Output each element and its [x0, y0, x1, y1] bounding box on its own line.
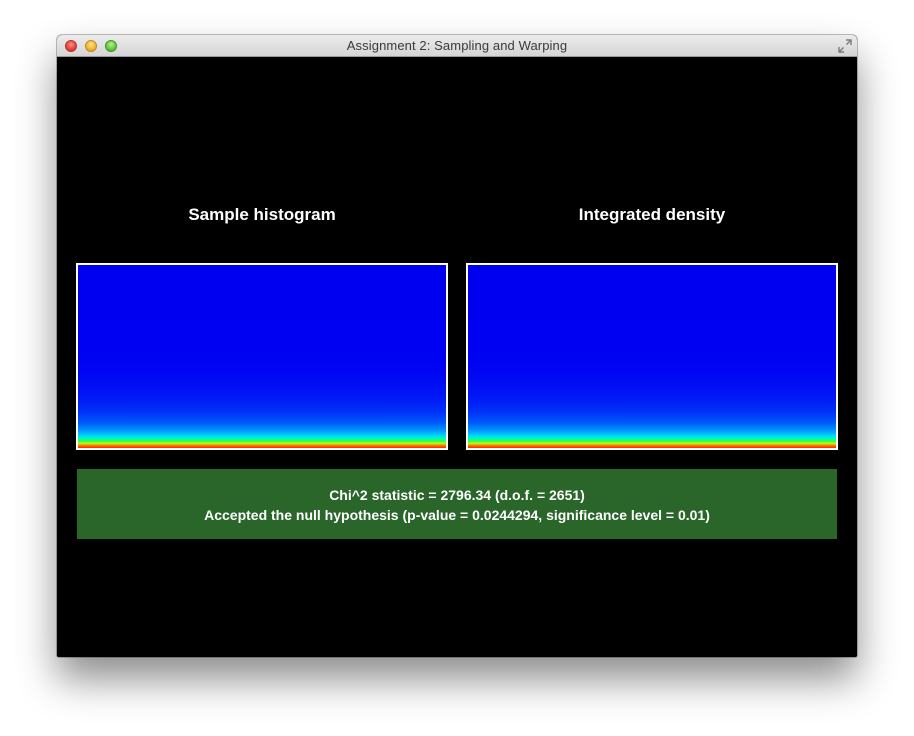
- sample-histogram-title: Sample histogram: [188, 205, 336, 224]
- fullscreen-icon[interactable]: [838, 39, 852, 53]
- window-title: Assignment 2: Sampling and Warping: [346, 38, 568, 53]
- chi-square-statistic: Chi^2 statistic = 2796.34 (d.o.f. = 2651…: [329, 487, 585, 503]
- test-result-box: Chi^2 statistic = 2796.34 (d.o.f. = 2651…: [77, 469, 837, 539]
- hypothesis-conclusion: Accepted the null hypothesis (p-value = …: [204, 507, 710, 523]
- integrated-density-heatmap: [466, 263, 838, 450]
- integrated-density-title: Integrated density: [578, 205, 726, 224]
- sample-histogram-heatmap: [76, 263, 448, 450]
- title-bar[interactable]: Assignment 2: Sampling and Warping: [57, 35, 857, 57]
- canvas-area: Sample histogram Integrated density Chi^…: [57, 57, 857, 657]
- app-window: Assignment 2: Sampling and Warping Sampl…: [57, 35, 857, 657]
